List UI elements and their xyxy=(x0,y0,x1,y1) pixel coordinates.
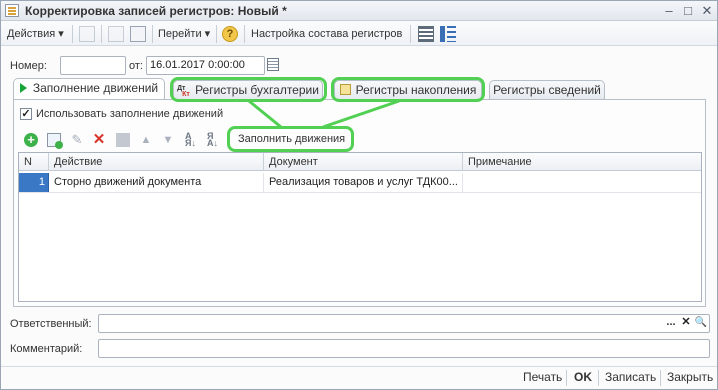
post-document-icon[interactable] xyxy=(79,26,95,42)
save-button[interactable]: Записать xyxy=(605,370,656,384)
actions-menu-button[interactable]: Действия ▾ xyxy=(7,26,64,42)
column-header-action[interactable]: Действие xyxy=(49,153,264,171)
use-fill-label: Использовать заполнение движений xyxy=(36,108,224,120)
move-down-icon[interactable]: ▼ xyxy=(161,133,175,147)
register-correction-window: Корректировка записей регистров: Новый *… xyxy=(0,0,718,390)
tab-fill-movements[interactable]: Заполнение движений xyxy=(13,78,165,100)
date-field[interactable]: 16.01.2017 0:00:00 xyxy=(146,56,265,75)
print-button[interactable]: Печать xyxy=(523,370,562,384)
edit-row-icon[interactable]: ✎ xyxy=(70,133,84,147)
movements-table: N Действие Документ Примечание 1 Сторно … xyxy=(18,152,702,302)
column-header-n[interactable]: N xyxy=(19,153,49,171)
tab-label: Регистры накопления xyxy=(355,83,477,97)
column-header-note[interactable]: Примечание xyxy=(463,153,701,171)
number-label: Номер: xyxy=(10,60,47,72)
tab-accounting-registers[interactable]: Дт Кт Регистры бухгалтерии xyxy=(173,80,323,99)
date-label: от: xyxy=(129,60,143,72)
delete-row-icon[interactable]: ✕ xyxy=(92,132,106,147)
tab-label: Регистры бухгалтерии xyxy=(195,83,319,97)
toolbar-separator xyxy=(152,25,153,43)
register-setup-button[interactable]: Настройка состава регистров xyxy=(251,26,402,42)
use-fill-checkbox[interactable]: ✓ xyxy=(20,108,32,120)
title-bar: Корректировка записей регистров: Новый *… xyxy=(1,1,717,21)
toolbar-separator xyxy=(410,25,411,43)
command-separator xyxy=(598,370,599,386)
sort-descending-icon[interactable]: Я А↓ xyxy=(207,132,221,148)
comment-field[interactable] xyxy=(98,339,710,358)
window-title: Корректировка записей регистров: Новый * xyxy=(25,4,287,18)
sort-ascending-icon[interactable]: А Я↓ xyxy=(185,132,199,148)
command-separator xyxy=(660,370,661,386)
fill-movements-button[interactable]: Заполнить движения xyxy=(238,133,345,145)
help-icon[interactable]: ? xyxy=(222,26,238,42)
toolbar-separator xyxy=(101,25,102,43)
calendar-icon[interactable] xyxy=(267,58,279,71)
end-edit-icon[interactable] xyxy=(116,133,130,147)
accumulation-register-icon xyxy=(339,84,351,95)
search-icon[interactable]: 🔍 xyxy=(694,316,708,330)
footer-divider xyxy=(1,366,717,367)
responsible-label: Ответственный: xyxy=(10,318,92,330)
table-header: N Действие Документ Примечание xyxy=(19,153,701,171)
minimize-button[interactable]: – xyxy=(661,3,677,19)
green-play-icon xyxy=(19,83,27,93)
tab-label: Регистры сведений xyxy=(493,83,601,97)
copy-document-icon[interactable] xyxy=(130,26,146,42)
tab-information-registers[interactable]: Регистры сведений xyxy=(489,80,605,99)
toolbar-separator xyxy=(216,25,217,43)
document-cell[interactable]: Реализация товаров и услуг ТДК00... xyxy=(264,173,463,192)
clear-icon[interactable]: ✕ xyxy=(679,316,693,330)
tab-accumulation-registers[interactable]: Регистры накопления xyxy=(334,80,482,99)
close-window-button[interactable]: ✕ xyxy=(699,3,715,19)
toolbar: Действия ▾ Перейти ▾ ? Настройка состава… xyxy=(1,22,717,46)
structure-icon[interactable] xyxy=(418,26,434,42)
number-field[interactable] xyxy=(60,56,126,75)
document-icon xyxy=(5,4,19,17)
action-cell[interactable]: Сторно движений документа xyxy=(49,173,264,192)
column-header-document[interactable]: Документ xyxy=(264,153,463,171)
ok-button[interactable]: OK xyxy=(574,370,592,384)
close-button[interactable]: Закрыть xyxy=(667,370,713,384)
toolbar-separator xyxy=(72,25,73,43)
comment-label: Комментарий: xyxy=(10,343,83,355)
move-up-icon[interactable]: ▲ xyxy=(139,133,153,147)
row-divider xyxy=(19,192,701,193)
note-cell[interactable] xyxy=(463,173,701,192)
goto-menu-button[interactable]: Перейти ▾ xyxy=(158,26,210,42)
tab-label: Заполнение движений xyxy=(32,81,159,95)
checklist-icon[interactable] xyxy=(440,26,456,42)
maximize-button[interactable]: □ xyxy=(680,3,696,19)
add-row-icon[interactable]: + xyxy=(24,133,38,147)
row-number-cell[interactable]: 1 xyxy=(19,173,49,192)
dt-kt-icon: Дт Кт xyxy=(177,85,190,98)
table-row[interactable]: 1 Сторно движений документа Реализация т… xyxy=(19,173,701,192)
command-separator xyxy=(566,370,567,386)
toolbar-separator xyxy=(244,25,245,43)
copy-row-icon[interactable] xyxy=(47,133,63,149)
select-button[interactable]: ... xyxy=(664,316,678,330)
unpost-document-icon[interactable] xyxy=(108,26,124,42)
responsible-field[interactable] xyxy=(98,314,710,333)
